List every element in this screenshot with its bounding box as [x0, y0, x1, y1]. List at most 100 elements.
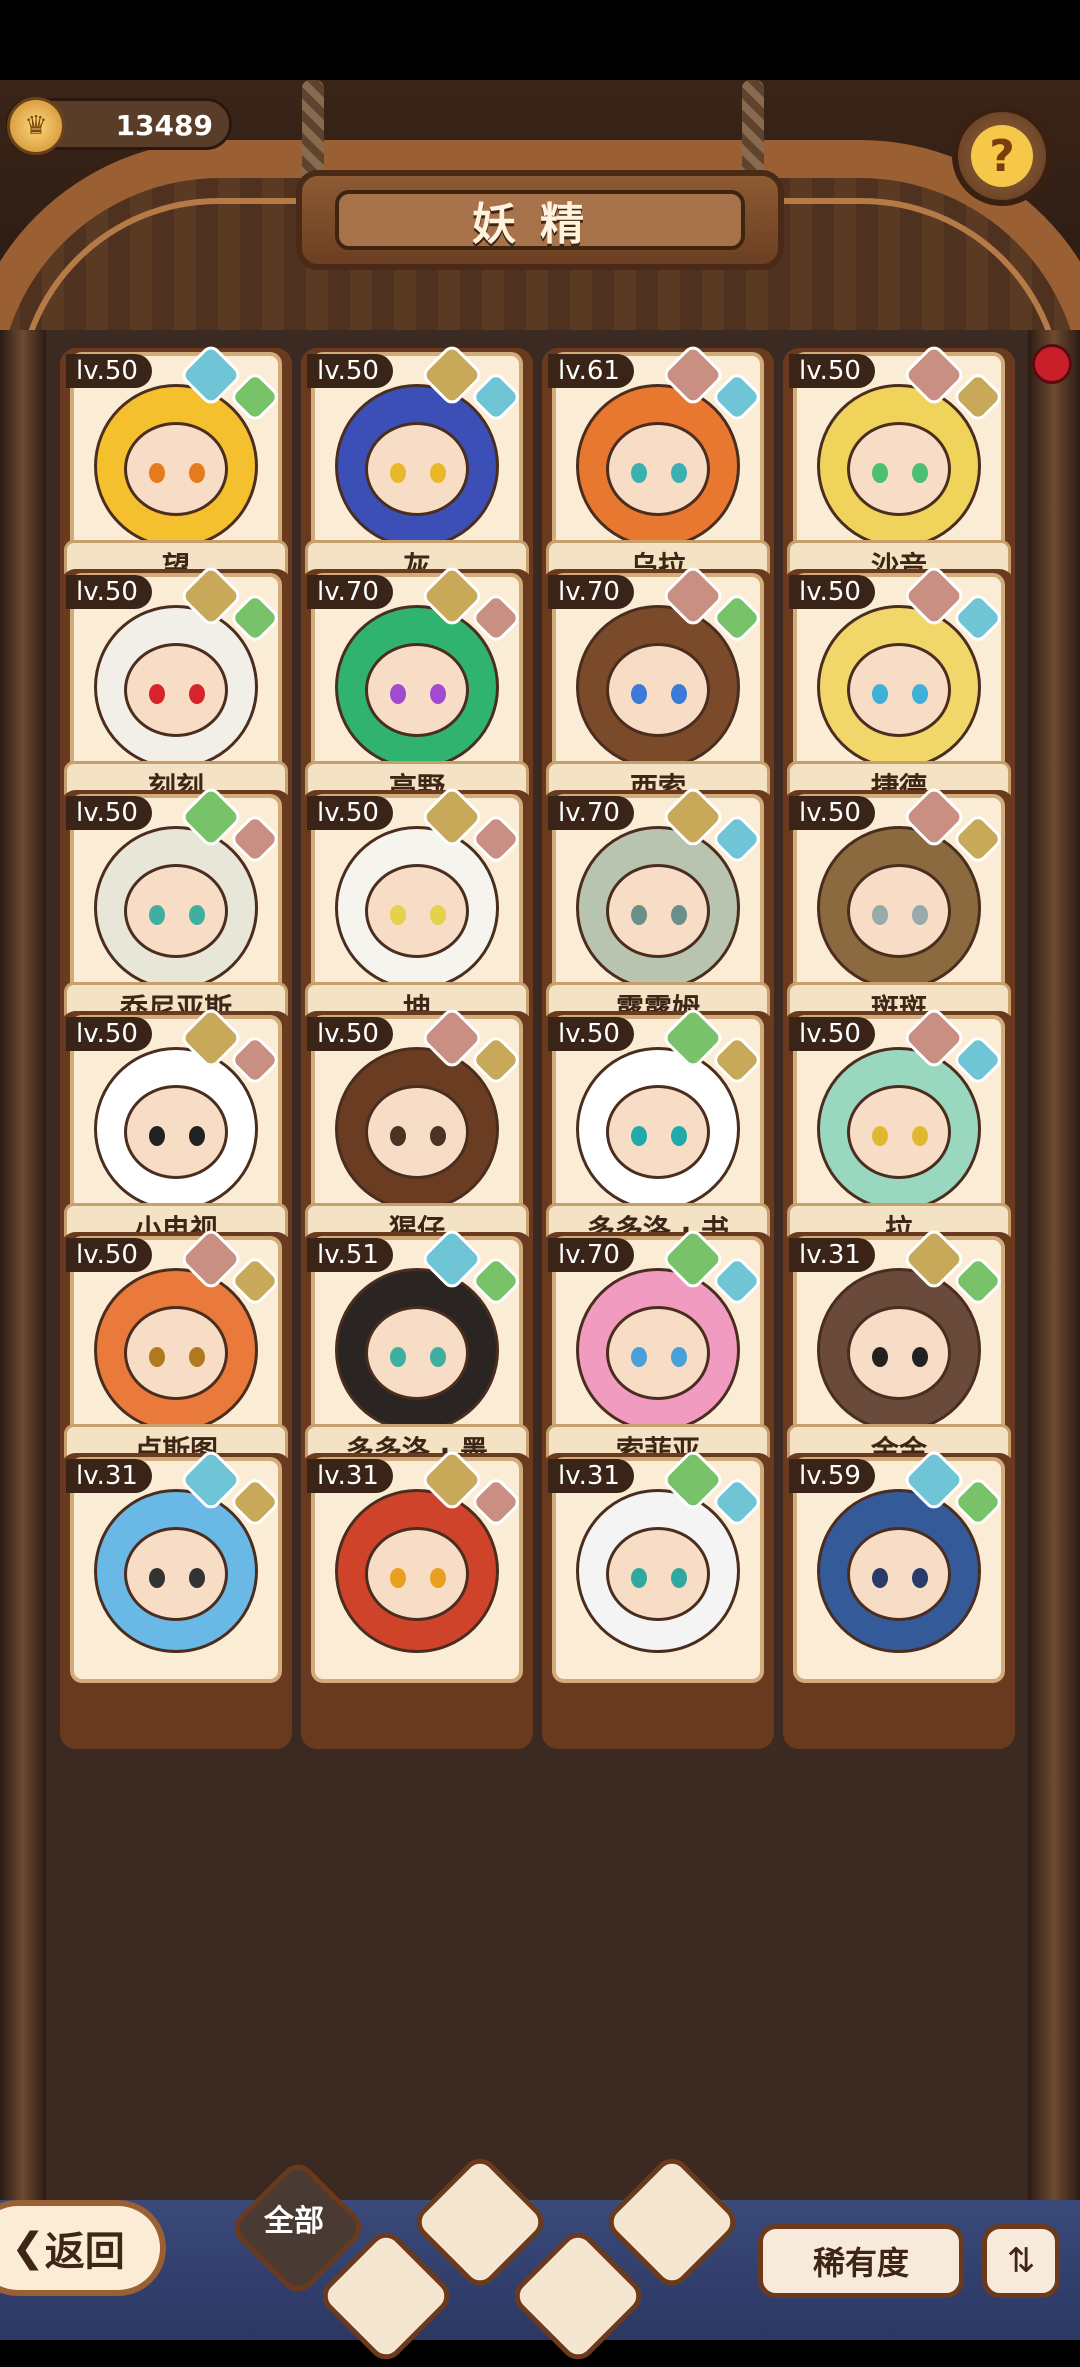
level-badge: lv.31	[307, 1459, 393, 1493]
fairy-eye	[872, 463, 888, 483]
level-badge: lv.70	[307, 575, 393, 609]
fairy-eye	[149, 905, 165, 925]
title-plate: 妖精	[296, 170, 784, 270]
fairy-eye	[631, 1347, 647, 1367]
fairy-eye	[430, 1347, 446, 1367]
fairy-eye	[390, 463, 406, 483]
fairy-eye	[671, 684, 687, 704]
sort-order-icon: ⇅	[1006, 2241, 1036, 2281]
fairy-eye	[149, 1347, 165, 1367]
currency-amount: 13489	[115, 109, 213, 142]
status-bar	[0, 0, 1080, 80]
fairy-face	[365, 1306, 469, 1400]
level-badge: lv.61	[548, 354, 634, 388]
fairy-eye	[430, 905, 446, 925]
fairy-eye	[149, 1568, 165, 1588]
fairy-eye	[631, 684, 647, 704]
level-badge: lv.50	[66, 1238, 152, 1272]
level-badge: lv.50	[789, 796, 875, 830]
chevron-left-icon: ❮	[11, 2225, 45, 2271]
fairy-card[interactable]: lv.31	[542, 1447, 774, 1759]
fairy-eye	[430, 1568, 446, 1588]
level-badge: lv.50	[66, 796, 152, 830]
level-badge: lv.50	[66, 1017, 152, 1051]
fairy-eye	[189, 684, 205, 704]
level-badge: lv.50	[789, 1017, 875, 1051]
fairy-eye	[912, 1126, 928, 1146]
help-button[interactable]: ?	[952, 106, 1052, 206]
back-label: 返回	[44, 2229, 125, 2275]
fairy-eye	[912, 684, 928, 704]
fairy-eye	[149, 1126, 165, 1146]
level-badge: lv.50	[789, 354, 875, 388]
fairy-face	[365, 422, 469, 516]
sort-by-rarity-button[interactable]: 稀有度	[758, 2224, 964, 2298]
fairy-face	[124, 1527, 228, 1621]
level-badge: lv.50	[66, 354, 152, 388]
tab-all-label: 全部	[264, 2204, 324, 2239]
fairy-face	[606, 1306, 710, 1400]
fairy-eye	[872, 1568, 888, 1588]
level-badge: lv.31	[66, 1459, 152, 1493]
fairy-eye	[189, 1568, 205, 1588]
currency-display: ♛ 13489	[6, 97, 232, 155]
fairy-face	[365, 1085, 469, 1179]
fairy-eye	[149, 463, 165, 483]
fairy-eye	[189, 1126, 205, 1146]
fairy-eye	[912, 905, 928, 925]
fairy-eye	[390, 1126, 406, 1146]
fairy-eye	[390, 905, 406, 925]
fairy-eye	[631, 463, 647, 483]
level-badge: lv.70	[548, 796, 634, 830]
level-badge: lv.70	[548, 575, 634, 609]
fairy-eye	[912, 1568, 928, 1588]
fairy-eye	[872, 684, 888, 704]
sort-order-button[interactable]: ⇅	[982, 2224, 1060, 2298]
fairy-eye	[189, 1347, 205, 1367]
fairy-face	[847, 1527, 951, 1621]
fairy-face	[124, 643, 228, 737]
fairy-eye	[671, 1568, 687, 1588]
fairy-eye	[430, 463, 446, 483]
level-badge: lv.50	[307, 354, 393, 388]
fairy-face	[124, 1085, 228, 1179]
fairy-eye	[430, 1126, 446, 1146]
coin-icon: ♛	[7, 97, 65, 155]
fairy-eye	[390, 1568, 406, 1588]
fairy-face	[606, 864, 710, 958]
fairy-face	[847, 422, 951, 516]
fairy-eye	[149, 684, 165, 704]
fairy-eye	[189, 905, 205, 925]
level-badge: lv.70	[548, 1238, 634, 1272]
back-button[interactable]: ❮ 返回	[0, 2200, 166, 2296]
fairy-eye	[390, 1347, 406, 1367]
fairy-eye	[631, 1126, 647, 1146]
fairy-face	[606, 643, 710, 737]
fairy-card[interactable]: lv.31	[301, 1447, 533, 1759]
level-badge: lv.59	[789, 1459, 875, 1493]
fairy-face	[365, 643, 469, 737]
fairy-eye	[631, 905, 647, 925]
fairy-face	[606, 422, 710, 516]
fairy-eye	[430, 684, 446, 704]
level-badge: lv.50	[307, 796, 393, 830]
level-badge: lv.51	[307, 1238, 393, 1272]
fairy-eye	[872, 1126, 888, 1146]
question-icon: ?	[971, 125, 1033, 187]
fairy-face	[124, 864, 228, 958]
fairy-face	[365, 864, 469, 958]
level-badge: lv.50	[789, 575, 875, 609]
fairy-card[interactable]: lv.59	[783, 1447, 1015, 1759]
fairy-eye	[671, 463, 687, 483]
fairy-face	[847, 643, 951, 737]
fairy-eye	[872, 1347, 888, 1367]
fairy-eye	[189, 463, 205, 483]
level-badge: lv.31	[548, 1459, 634, 1493]
level-badge: lv.31	[789, 1238, 875, 1272]
level-badge: lv.50	[66, 575, 152, 609]
fairy-card[interactable]: lv.31	[60, 1447, 292, 1759]
fairy-face	[606, 1527, 710, 1621]
fairy-eye	[631, 1568, 647, 1588]
shelf-left	[0, 330, 46, 2220]
shelf-right	[1028, 330, 1080, 2220]
